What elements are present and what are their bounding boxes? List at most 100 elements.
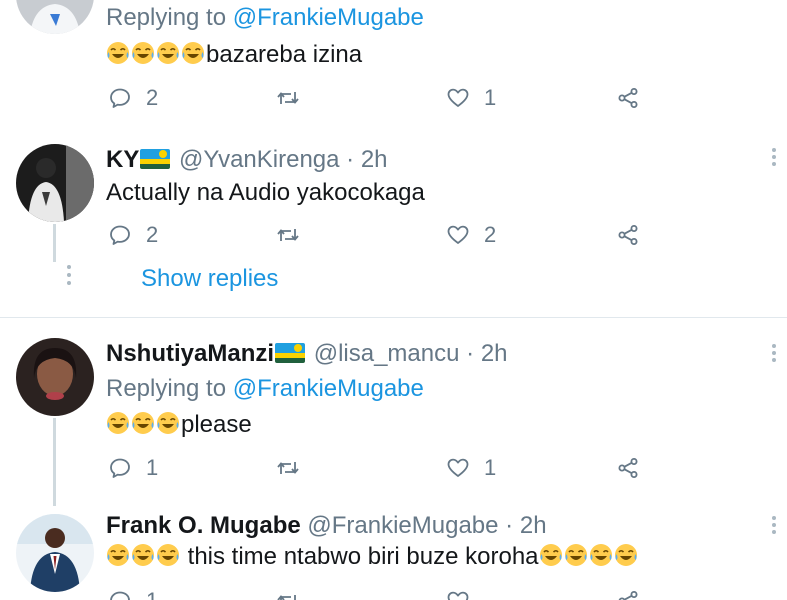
replying-label: Replying to (106, 4, 233, 31)
tweet-text: please (106, 410, 252, 440)
retweet-button[interactable] (276, 83, 310, 113)
separator-dot: · (346, 146, 355, 173)
like-button[interactable]: 2 (446, 220, 496, 250)
laughing-emoji-icon (156, 543, 180, 567)
timestamp[interactable]: 2h (361, 146, 388, 173)
more-options-icon[interactable] (771, 344, 777, 366)
laughing-emoji-icon (106, 41, 130, 65)
avatar[interactable] (16, 144, 94, 222)
user-handle[interactable]: @lisa_mancu (314, 340, 460, 367)
reply-button[interactable]: 1 (108, 453, 158, 483)
share-icon (616, 456, 640, 480)
laughing-emoji-icon (539, 543, 563, 567)
display-name[interactable]: Frank O. Mugabe (106, 512, 301, 539)
replying-to: Replying to @FrankieMugabe (106, 4, 424, 32)
reply-icon (108, 223, 132, 247)
heart-icon (446, 456, 470, 480)
timestamp[interactable]: 2h (481, 340, 508, 367)
heart-icon (446, 86, 470, 110)
laughing-emoji-icon (564, 543, 588, 567)
laughing-emoji-icon (156, 411, 180, 435)
reply-button[interactable]: 2 (108, 220, 158, 250)
avatar[interactable] (16, 338, 94, 416)
tweet-3[interactable]: NshutiyaManzi @lisa_mancu · 2h Replying … (0, 318, 787, 506)
laughing-emoji-icon (131, 411, 155, 435)
retweet-icon (276, 86, 300, 110)
mention-link[interactable]: @FrankieMugabe (233, 375, 424, 402)
rwanda-flag-icon (140, 149, 171, 169)
share-button[interactable] (616, 220, 650, 250)
like-count: 1 (484, 455, 497, 480)
laughing-emoji-icon (131, 543, 155, 567)
separator-dot: · (505, 512, 514, 539)
retweet-icon (276, 589, 300, 600)
more-options-icon[interactable] (771, 148, 777, 170)
reply-icon (108, 589, 132, 600)
reply-count: 2 (146, 222, 159, 247)
reply-count: 2 (146, 85, 159, 110)
tweet-header: NshutiyaManzi @lisa_mancu · 2h (106, 340, 508, 368)
timestamp[interactable]: 2h (520, 512, 547, 539)
share-button[interactable] (616, 586, 650, 600)
tweet-actions: 1 (106, 586, 646, 600)
reply-icon (108, 86, 132, 110)
reply-count: 1 (146, 455, 159, 480)
like-count: 2 (484, 222, 497, 247)
like-count: 1 (484, 85, 497, 110)
laughing-emoji-icon (614, 543, 638, 567)
rwanda-flag-icon (275, 343, 306, 363)
like-button[interactable]: 1 (446, 453, 496, 483)
user-handle[interactable]: @YvanKirenga (179, 146, 339, 173)
avatar[interactable] (16, 0, 94, 34)
tweet-text-body: please (181, 411, 252, 438)
tweet-text-body: this time ntabwo biri buze koroha (181, 543, 539, 570)
reply-count: 1 (146, 588, 158, 600)
tweet-1[interactable]: Replying to @FrankieMugabe bazareba izin… (0, 0, 787, 132)
like-button[interactable]: 1 (446, 83, 496, 113)
laughing-emoji-icon (131, 41, 155, 65)
retweet-button[interactable] (276, 586, 310, 600)
share-button[interactable] (616, 453, 650, 483)
display-name[interactable]: KY (106, 146, 139, 173)
mention-link[interactable]: @FrankieMugabe (233, 4, 424, 31)
share-icon (616, 223, 640, 247)
show-replies-link[interactable]: Show replies (141, 264, 278, 294)
tweet-2[interactable]: KY @YvanKirenga · 2h Actually na Audio y… (0, 132, 787, 317)
avatar[interactable] (16, 514, 94, 592)
tweet-text-body: Actually na Audio yakocokaga (106, 179, 425, 206)
laughing-emoji-icon (589, 543, 613, 567)
tweet-header: Frank O. Mugabe @FrankieMugabe · 2h (106, 512, 547, 540)
heart-icon (446, 223, 470, 247)
reply-icon (108, 456, 132, 480)
retweet-icon (276, 456, 300, 480)
retweet-button[interactable] (276, 220, 310, 250)
thread-line (53, 418, 56, 506)
more-options-icon[interactable] (771, 516, 777, 538)
thread-line (53, 224, 56, 262)
tweet-text-body: bazareba izina (206, 41, 363, 68)
tweet-text: bazareba izina (106, 40, 362, 70)
laughing-emoji-icon (106, 543, 130, 567)
share-icon (616, 86, 640, 110)
retweet-icon (276, 223, 300, 247)
user-handle[interactable]: @FrankieMugabe (307, 512, 498, 539)
share-icon (616, 589, 640, 600)
tweet-4[interactable]: Frank O. Mugabe @FrankieMugabe · 2h this… (0, 506, 787, 600)
laughing-emoji-icon (181, 41, 205, 65)
replying-to: Replying to @FrankieMugabe (106, 375, 424, 403)
tweet-text: Actually na Audio yakocokaga (106, 178, 425, 208)
share-button[interactable] (616, 83, 650, 113)
heart-icon (446, 589, 470, 600)
tweet-text: this time ntabwo biri buze koroha (106, 542, 639, 572)
tweet-actions: 2 1 (106, 83, 646, 113)
tweet-actions: 2 2 (106, 220, 646, 250)
like-button[interactable] (446, 586, 480, 600)
reply-button[interactable]: 1 (108, 586, 158, 600)
retweet-button[interactable] (276, 453, 310, 483)
display-name[interactable]: NshutiyaManzi (106, 340, 274, 367)
thread-continue-dots (67, 265, 72, 289)
tweet-actions: 1 1 (106, 453, 646, 483)
tweet-header: KY @YvanKirenga · 2h (106, 146, 388, 174)
laughing-emoji-icon (156, 41, 180, 65)
reply-button[interactable]: 2 (108, 83, 158, 113)
